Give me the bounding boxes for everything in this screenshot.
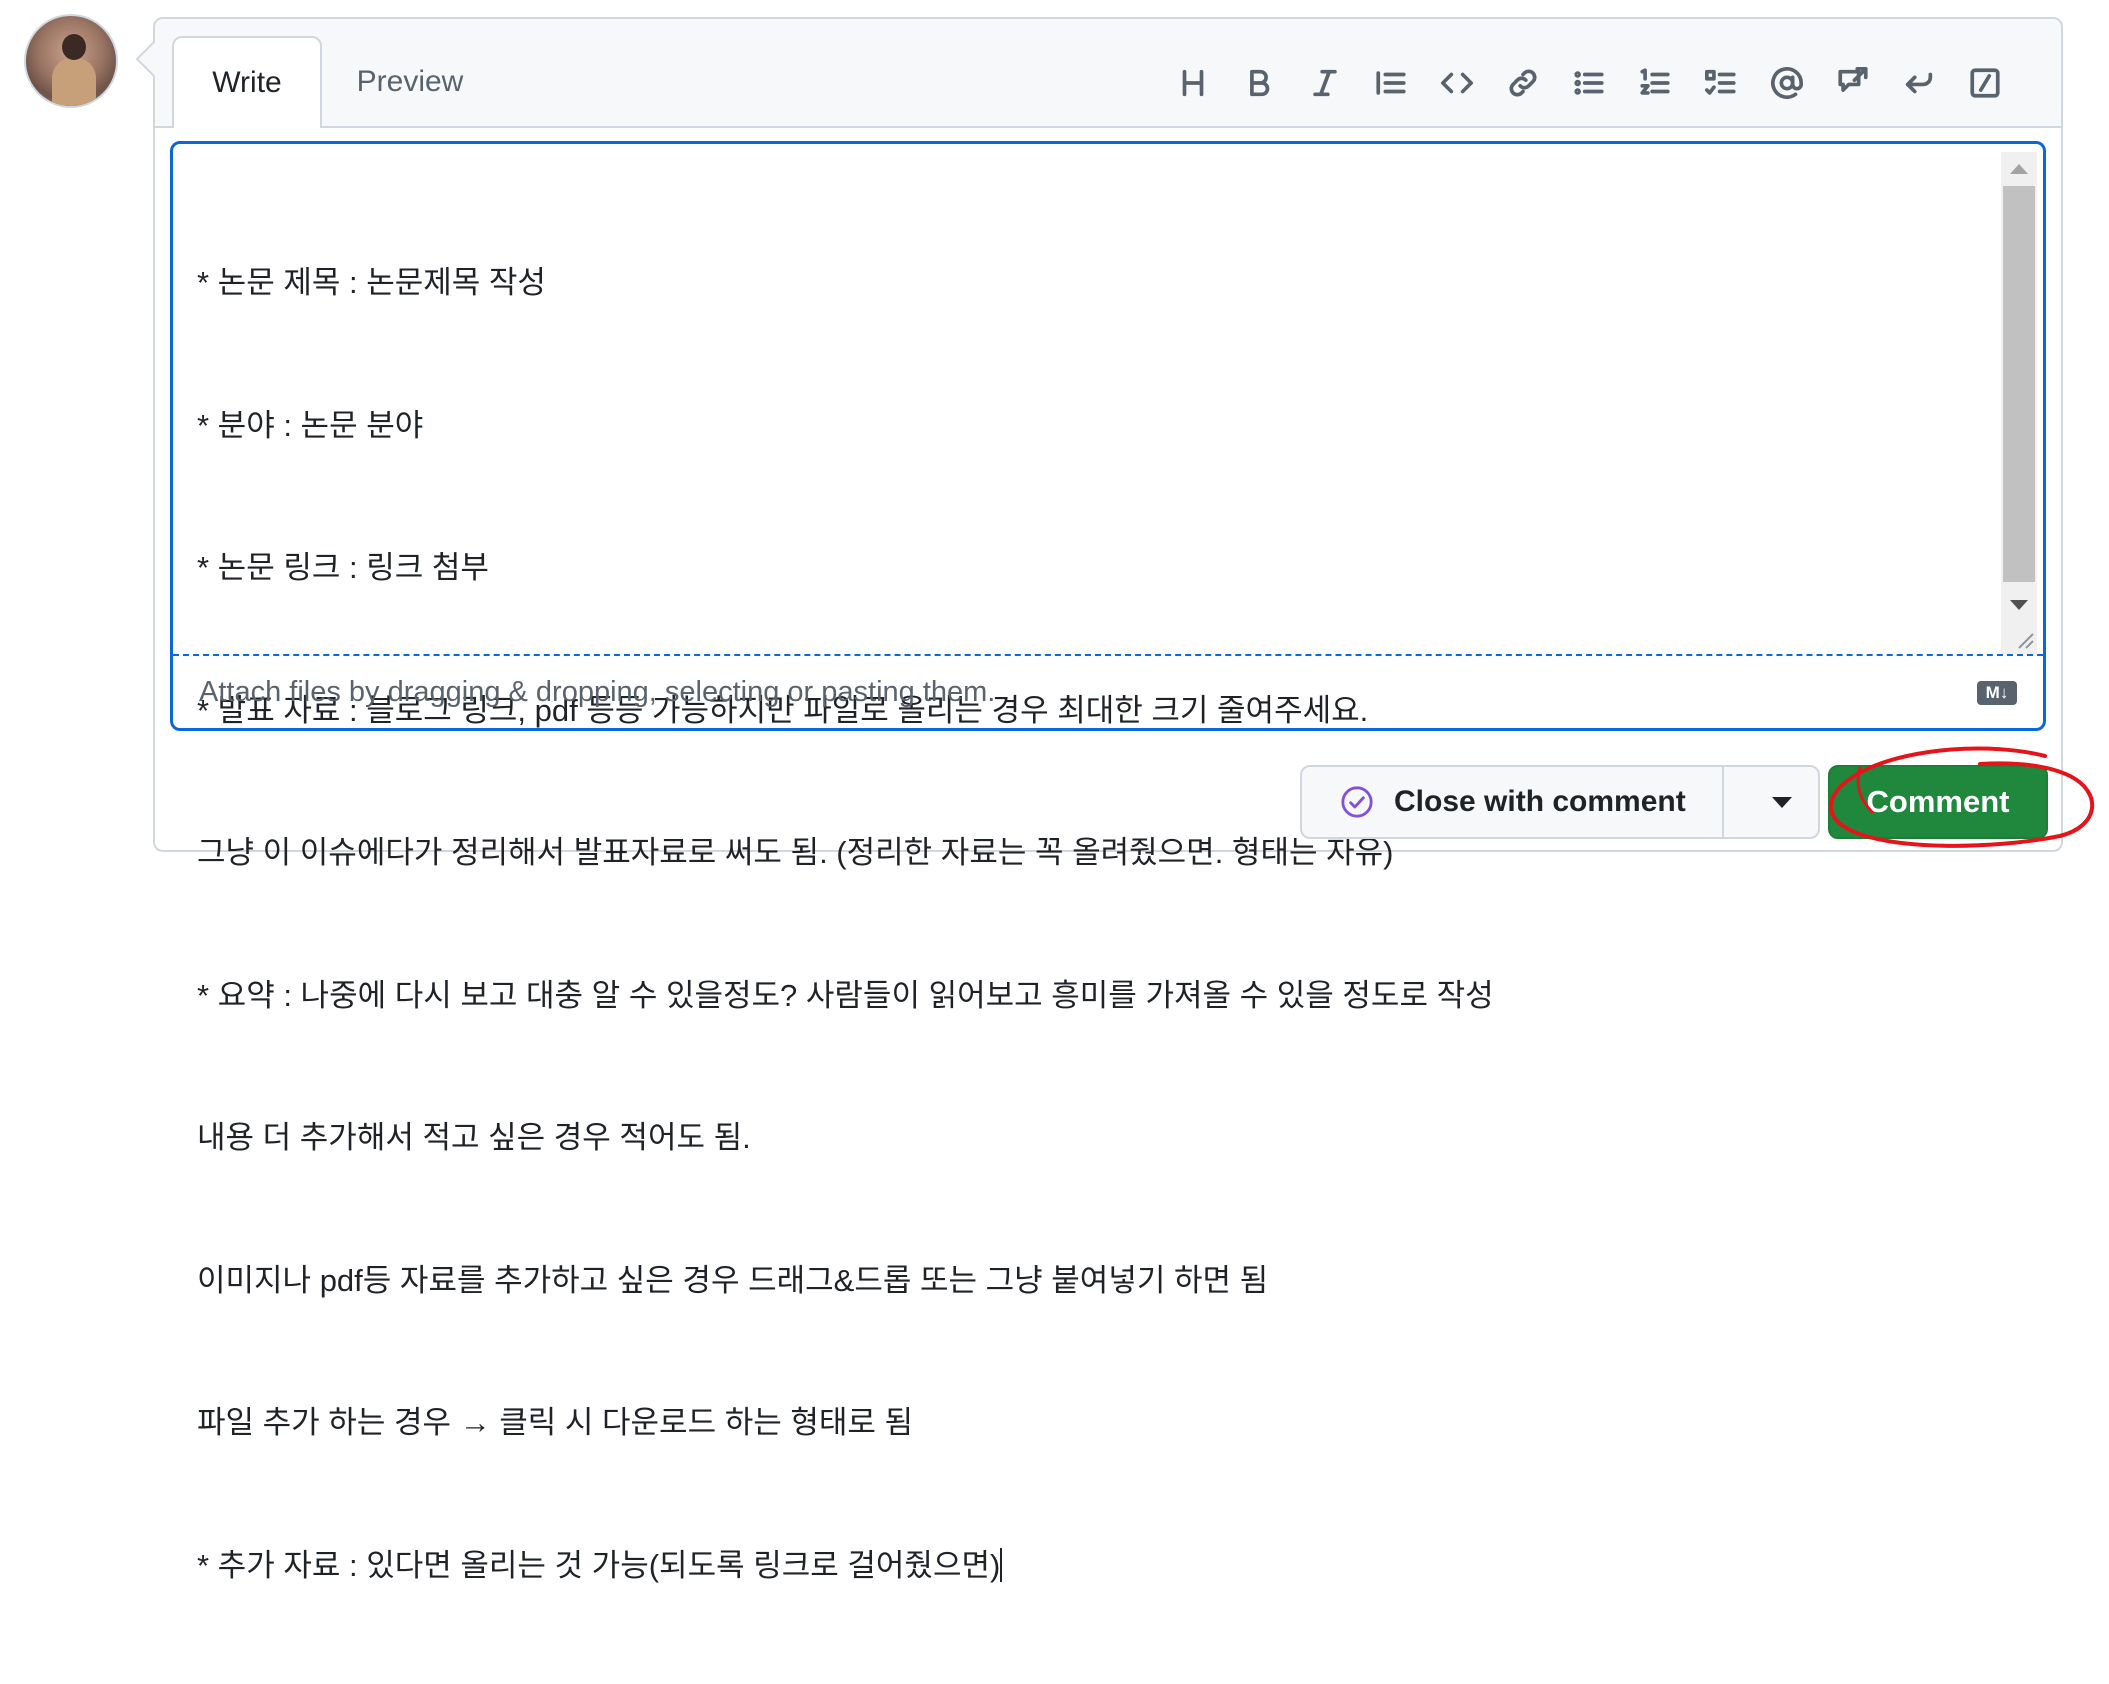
comment-editor: * 논문 제목 : 논문제목 작성 * 분야 : 논문 분야 * 논문 링크 :… [170, 141, 2046, 1583]
ordered-list-icon[interactable] [1622, 59, 1688, 107]
markdown-toolbar [1160, 59, 2018, 107]
scroll-up-arrow-icon[interactable] [2010, 164, 2028, 174]
close-with-comment-label: Close with comment [1394, 785, 1686, 818]
text-caret [1000, 1547, 1003, 1582]
avatar[interactable] [24, 14, 118, 108]
bold-icon[interactable] [1226, 59, 1292, 107]
close-with-comment-button[interactable]: Close with comment [1302, 767, 1722, 837]
code-icon[interactable] [1424, 59, 1490, 107]
heading-icon[interactable] [1160, 59, 1226, 107]
editor-line: * 논문 제목 : 논문제목 작성 [197, 265, 546, 300]
chevron-down-icon[interactable] [1772, 797, 1792, 808]
editor-header: Write Preview [155, 19, 2061, 128]
markdown-icon[interactable]: M↓ [1977, 681, 2017, 705]
resize-handle-icon[interactable] [2013, 628, 2035, 650]
italic-icon[interactable] [1292, 59, 1358, 107]
attach-files-bar[interactable]: Attach files by dragging & dropping, sel… [173, 654, 2043, 728]
scroll-down-arrow-icon[interactable] [2010, 600, 2028, 610]
button-divider [1722, 767, 1724, 837]
editor-line-last-text: * 추가 자료 : 있다면 올리는 것 가능(되도록 링크로 걸어줬으면) [197, 1547, 1001, 1583]
link-icon[interactable] [1490, 59, 1556, 107]
task-list-icon[interactable] [1688, 59, 1754, 107]
editor-line: 이미지나 pdf등 자료를 추가하고 싶은 경우 드래그&드롭 또는 그냥 붙여… [197, 1262, 1269, 1298]
editor-scrollbar[interactable] [2001, 152, 2037, 654]
tab-write[interactable]: Write [172, 36, 322, 128]
comment-button[interactable]: Comment [1828, 765, 2048, 839]
editor-line-last: * 추가 자료 : 있다면 올리는 것 가능(되도록 링크로 걸어줬으면) [197, 1542, 2007, 1590]
reply-icon[interactable] [1886, 59, 1952, 107]
comment-textarea[interactable]: * 논문 제목 : 논문제목 작성 * 분야 : 논문 분야 * 논문 링크 :… [197, 164, 2007, 1684]
avatar-figure [52, 58, 96, 106]
issue-closed-icon [1341, 786, 1373, 818]
scroll-thumb[interactable] [2003, 186, 2035, 582]
slash-commands-icon[interactable] [1952, 59, 2018, 107]
editor-line: * 분야 : 논문 분야 [197, 407, 424, 443]
cross-reference-icon[interactable] [1820, 59, 1886, 107]
avatar-head [62, 34, 86, 60]
editor-line: 파일 추가 하는 경우 → 클릭 시 다운로드 하는 형태로 됨 [197, 1405, 914, 1440]
attach-files-hint[interactable]: Attach files by dragging & dropping, sel… [199, 676, 995, 709]
editor-line: * 논문 링크 : 링크 첨부 [197, 550, 489, 585]
mention-icon[interactable] [1754, 59, 1820, 107]
editor-line: 내용 더 추가해서 적고 싶은 경우 적어도 됨. [197, 1120, 751, 1155]
editor-line: * 요약 : 나중에 다시 보고 대충 알 수 있을정도? 사람들이 읽어보고 … [197, 977, 1494, 1013]
tab-preview[interactable]: Preview [335, 36, 485, 128]
quote-icon[interactable] [1358, 59, 1424, 107]
close-with-comment-button-group: Close with comment [1300, 765, 1820, 839]
unordered-list-icon[interactable] [1556, 59, 1622, 107]
